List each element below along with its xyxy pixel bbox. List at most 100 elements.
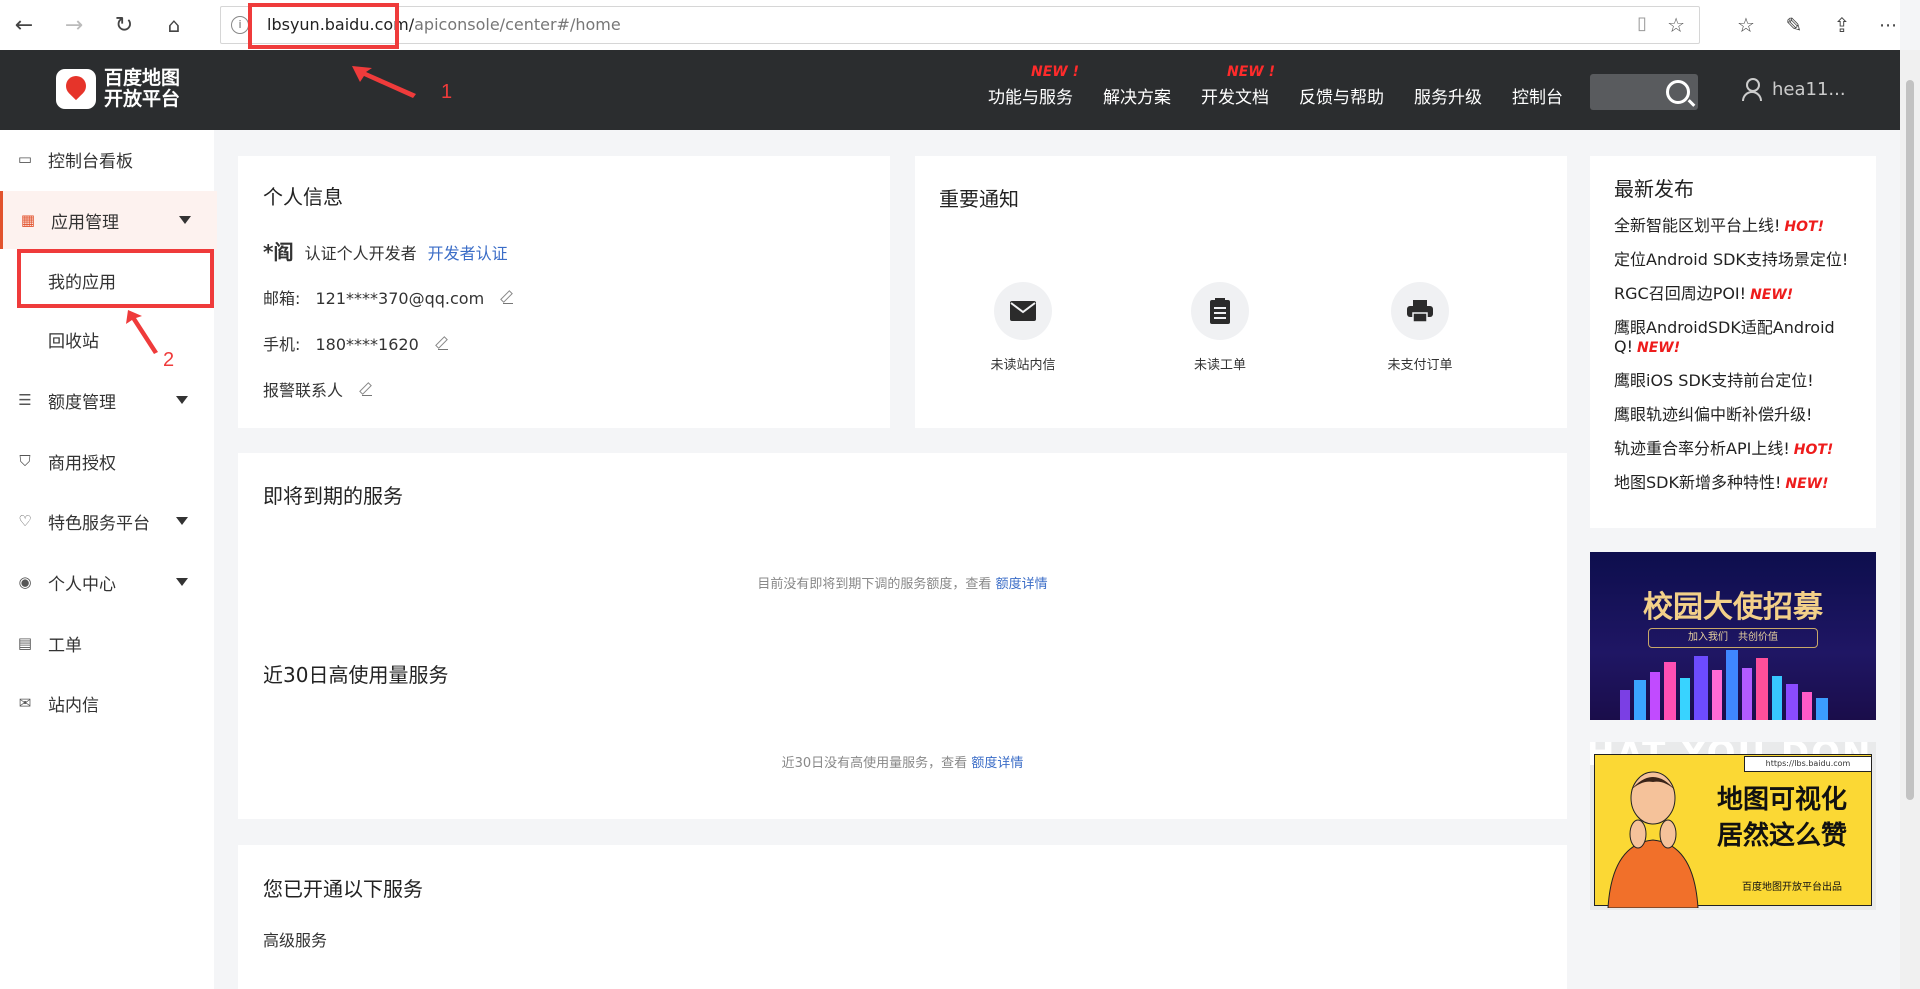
- search-icon[interactable]: [1666, 80, 1690, 104]
- personal-info-card: 个人信息 *阎 认证个人开发者 开发者认证 邮箱: 121****370@qq.…: [238, 156, 890, 428]
- news-item[interactable]: 地图SDK新增多种特性! NEW!: [1614, 473, 1864, 494]
- city-skyline-graphic: [1620, 650, 1828, 720]
- email-value: 121****370@qq.com: [315, 289, 485, 308]
- news-item[interactable]: 轨迹重合率分析API上线! HOT!: [1614, 439, 1864, 460]
- sidebar-item-commercial-license[interactable]: ⛉ 商用授权: [0, 432, 214, 490]
- news-item[interactable]: 鹰眼AndroidSDK适配Android Q! NEW!: [1614, 318, 1864, 358]
- nav-item[interactable]: 服务升级: [1414, 83, 1482, 108]
- banner-url: https://lbs.baidu.com: [1744, 756, 1872, 772]
- new-badge: NEW !: [1031, 64, 1079, 80]
- news-item[interactable]: RGC召回周边POI! NEW!: [1614, 284, 1864, 305]
- nav-item[interactable]: 功能与服务 NEW !: [988, 64, 1079, 108]
- clipboard-icon: ▤: [17, 634, 33, 652]
- developer-type: 认证个人开发者: [304, 244, 417, 263]
- annotation-box-my-apps: [17, 249, 214, 308]
- username: hea11...: [1772, 78, 1846, 100]
- home-icon[interactable]: ⌂: [158, 10, 190, 40]
- chevron-down-icon: [176, 396, 188, 404]
- card-title: 个人信息: [263, 185, 343, 209]
- user-circle-icon: ◉: [18, 573, 32, 591]
- card-title: 重要通知: [939, 187, 1019, 211]
- clipboard-icon: [1191, 282, 1249, 340]
- edit-email-icon[interactable]: [503, 289, 514, 304]
- url-path: apiconsole/center#/home: [414, 15, 621, 34]
- cartoon-person-graphic: [1607, 771, 1699, 908]
- sidebar-item-messages[interactable]: ✉ 站内信: [0, 674, 214, 732]
- shield-icon: ⛉: [19, 452, 31, 470]
- annotation-number-2: 2: [163, 349, 175, 371]
- favorites-list-icon[interactable]: ☆: [1730, 10, 1762, 40]
- unread-tickets[interactable]: 未读工单: [1155, 282, 1285, 373]
- nav-item[interactable]: 解决方案: [1103, 83, 1171, 108]
- share-icon[interactable]: ⇪: [1826, 10, 1858, 40]
- expiring-title: 即将到期的服务: [263, 484, 403, 508]
- important-notice-card: 重要通知 未读站内信 未读工单 未支付订单: [915, 156, 1567, 428]
- back-arrow-icon[interactable]: ←: [8, 10, 40, 40]
- chevron-down-icon: [179, 216, 191, 224]
- reading-view-icon[interactable]: ▯: [1637, 13, 1647, 34]
- info-icon[interactable]: i: [231, 16, 249, 34]
- advanced-services-label: 高级服务: [263, 931, 328, 950]
- high-usage-title: 近30日高使用量服务: [263, 663, 449, 687]
- news-item[interactable]: 鹰眼轨迹纠偏中断补偿升级!: [1614, 405, 1864, 424]
- news-item[interactable]: 全新智能区划平台上线! HOT!: [1614, 216, 1864, 237]
- favorite-star-icon[interactable]: ☆: [1667, 13, 1685, 37]
- news-item[interactable]: 定位Android SDK支持场景定位!: [1614, 250, 1864, 269]
- nav-item[interactable]: 反馈与帮助: [1299, 83, 1384, 108]
- refresh-icon[interactable]: ↻: [108, 10, 140, 40]
- search-input[interactable]: [1590, 74, 1698, 110]
- campus-ambassador-banner[interactable]: 校园大使招募 加入我们 共创价值: [1590, 552, 1876, 720]
- scrollbar-thumb[interactable]: [1906, 80, 1914, 800]
- expiring-empty-note: 目前没有即将到期下调的服务额度，查看 额度详情: [757, 577, 1048, 592]
- alarm-contact-row: 报警联系人: [263, 377, 373, 401]
- banner-title: 校园大使招募: [1643, 590, 1823, 625]
- news-item[interactable]: 鹰眼iOS SDK支持前台定位!: [1614, 371, 1864, 390]
- user-icon: [1742, 78, 1762, 101]
- edit-alarm-icon[interactable]: [362, 381, 373, 396]
- nav-item[interactable]: 开发文档 NEW !: [1201, 64, 1275, 108]
- sidebar-item-personal-center[interactable]: ◉ 个人中心: [0, 553, 214, 611]
- phone-label: 手机:: [263, 335, 301, 354]
- chevron-down-icon: [176, 517, 188, 525]
- alarm-contact-label: 报警联系人: [263, 381, 344, 400]
- page-scrollbar[interactable]: [1900, 50, 1920, 989]
- printer-icon: [1391, 282, 1449, 340]
- unread-messages[interactable]: 未读站内信: [958, 282, 1088, 373]
- grid-icon: ▦: [20, 211, 36, 229]
- sidebar-item-tickets[interactable]: ▤ 工单: [0, 614, 214, 672]
- sidebar-item-featured-services[interactable]: ♡ 特色服务平台: [0, 492, 214, 550]
- phone-value: 180****1620: [315, 335, 419, 354]
- pen-icon[interactable]: ✎: [1778, 10, 1810, 40]
- news-title: 最新发布: [1614, 177, 1694, 201]
- sliders-icon: ☰: [18, 391, 32, 409]
- unpaid-orders[interactable]: 未支付订单: [1355, 282, 1485, 373]
- high-usage-empty-note: 近30日没有高使用量服务，查看 额度详情: [781, 756, 1024, 771]
- chevron-down-icon: [176, 578, 188, 586]
- sidebar-item-dashboard[interactable]: ▭ 控制台看板: [0, 130, 214, 188]
- forward-arrow-icon[interactable]: →: [58, 10, 90, 40]
- banner-footer: 百度地图开放平台出品: [1742, 882, 1842, 893]
- heart-icon: ♡: [18, 512, 32, 530]
- service-status-card: 即将到期的服务 目前没有即将到期下调的服务额度，查看 额度详情 近30日高使用量…: [238, 453, 1567, 819]
- opened-services-title: 您已开通以下服务: [263, 877, 423, 901]
- annotation-arrow-2-icon: [126, 310, 158, 354]
- developer-cert-link[interactable]: 开发者认证: [428, 244, 508, 263]
- logo-line2: 开放平台: [104, 88, 181, 110]
- map-visualization-banner[interactable]: HAT YOU DON https://lbs.baidu.com 地图可视化居…: [1590, 742, 1876, 910]
- developer-row: *阎 认证个人开发者 开发者认证: [263, 236, 508, 265]
- quota-details-link[interactable]: 额度详情: [996, 577, 1048, 592]
- user-menu[interactable]: hea11...: [1742, 78, 1846, 101]
- annotation-number-1: 1: [441, 81, 453, 103]
- sidebar-item-recycle-bin[interactable]: 回收站: [0, 310, 214, 368]
- banner-subtitle: 加入我们 共创价值: [1648, 628, 1818, 648]
- banner-headline: 地图可视化 居然这么赞: [1716, 785, 1847, 851]
- quota-details-link[interactable]: 额度详情: [971, 756, 1023, 771]
- more-icon[interactable]: ⋯: [1872, 10, 1904, 40]
- address-bar[interactable]: i lbsyun.baidu.com/apiconsole/center#/ho…: [220, 6, 1700, 44]
- logo[interactable]: 百度地图 开放平台: [56, 68, 180, 110]
- sidebar-item-app-management[interactable]: ▦ 应用管理: [0, 191, 217, 249]
- opened-services-card: 您已开通以下服务 高级服务: [238, 845, 1567, 989]
- sidebar-item-quota[interactable]: ☰ 额度管理: [0, 371, 214, 429]
- nav-item[interactable]: 控制台: [1512, 83, 1563, 108]
- edit-phone-icon[interactable]: [437, 335, 448, 350]
